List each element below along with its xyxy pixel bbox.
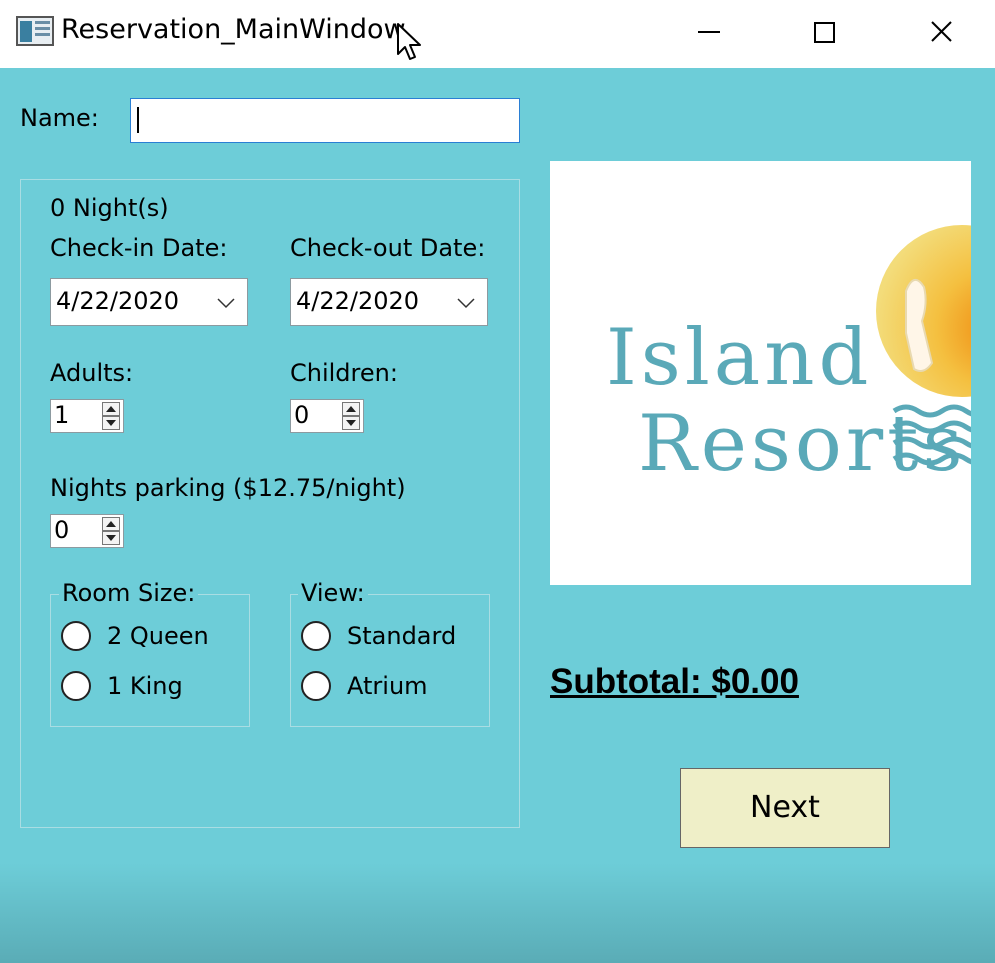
island-resorts-logo: Island Resorts [550, 161, 971, 585]
spin-arrows-icon[interactable] [102, 402, 120, 430]
checkout-date-picker[interactable]: 4/22/2020 [290, 278, 488, 326]
close-icon [931, 21, 952, 42]
children-label: Children: [290, 359, 398, 387]
radio-atrium[interactable] [301, 671, 331, 701]
view-title: View: [298, 579, 368, 607]
mouse-cursor-icon [396, 22, 424, 68]
next-button[interactable]: Next [680, 768, 890, 848]
chevron-down-icon [457, 298, 475, 309]
nights-count: 0 Night(s) [50, 194, 169, 222]
children-value: 0 [294, 401, 310, 429]
checkin-label: Check-in Date: [50, 234, 228, 262]
text-caret [137, 107, 139, 133]
maximize-icon [814, 22, 835, 43]
radio-1-king[interactable] [61, 671, 91, 701]
checkin-date-value: 4/22/2020 [56, 287, 180, 315]
maximize-button[interactable] [795, 10, 855, 54]
radio-standard[interactable] [301, 621, 331, 651]
reservation-details-group [20, 179, 520, 828]
spin-arrows-icon[interactable] [342, 402, 360, 430]
checkin-date-picker[interactable]: 4/22/2020 [50, 278, 248, 326]
title-bar: Reservation_MainWindow [0, 0, 995, 68]
minimize-button[interactable] [680, 10, 740, 54]
main-window: Name: 0 Night(s) Check-in Date: Check-ou… [0, 68, 995, 963]
logo-line-1: Island [606, 313, 873, 403]
room-size-group [50, 594, 250, 727]
view-group [290, 594, 490, 727]
name-input[interactable] [130, 98, 520, 143]
radio-atrium-label[interactable]: Atrium [347, 672, 428, 700]
spin-arrows-icon[interactable] [102, 517, 120, 545]
parking-label: Nights parking ($12.75/night) [50, 474, 406, 502]
checkout-label: Check-out Date: [290, 234, 486, 262]
adults-label: Adults: [50, 359, 134, 387]
adults-stepper[interactable]: 1 [50, 399, 124, 433]
radio-2-queen-label[interactable]: 2 Queen [107, 622, 209, 650]
checkout-date-value: 4/22/2020 [296, 287, 420, 315]
adults-value: 1 [54, 401, 70, 429]
parking-value: 0 [54, 516, 70, 544]
name-label: Name: [20, 104, 99, 132]
children-stepper[interactable]: 0 [290, 399, 364, 433]
logo-line-2: Resorts [638, 399, 967, 489]
close-button[interactable] [911, 10, 971, 54]
window-title: Reservation_MainWindow [61, 14, 406, 45]
radio-2-queen[interactable] [61, 621, 91, 651]
radio-standard-label[interactable]: Standard [347, 622, 456, 650]
minimize-icon [698, 31, 720, 33]
subtotal-label: Subtotal: $0.00 [550, 662, 799, 701]
parking-stepper[interactable]: 0 [50, 514, 124, 548]
app-icon [16, 16, 54, 46]
chevron-down-icon [217, 298, 235, 309]
radio-1-king-label[interactable]: 1 King [107, 672, 183, 700]
room-size-title: Room Size: [59, 579, 199, 607]
